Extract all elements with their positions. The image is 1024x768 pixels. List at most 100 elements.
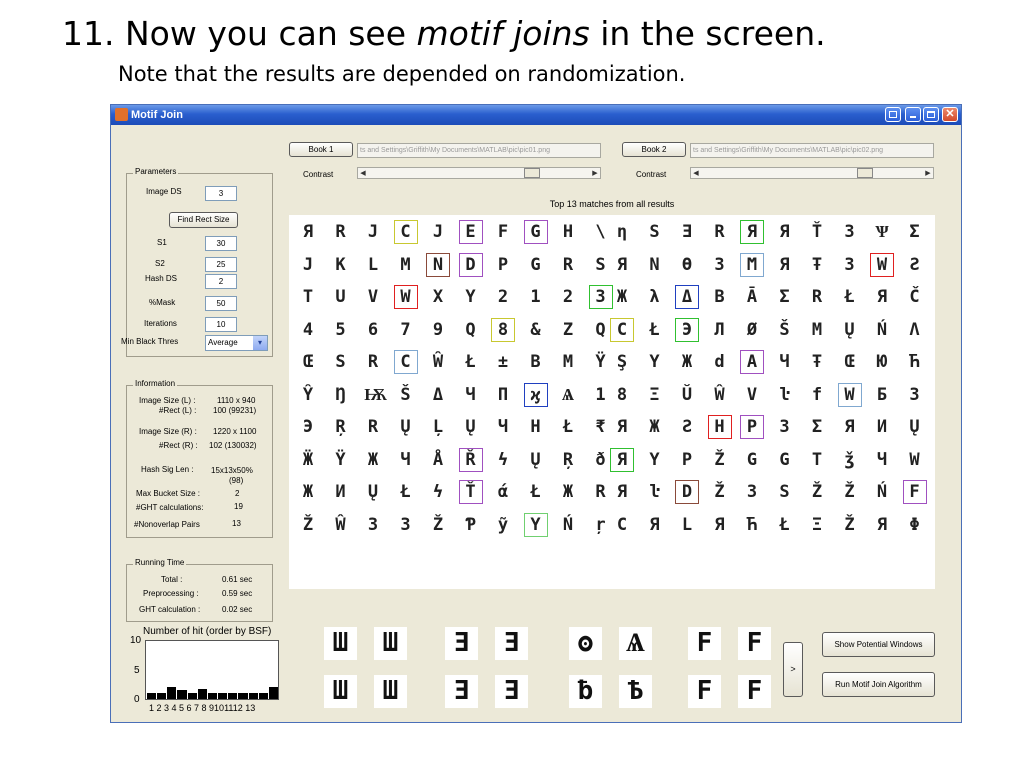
- information-legend: Information: [133, 379, 178, 388]
- glyph-right: V: [746, 384, 758, 405]
- glyph-right: Я: [876, 287, 888, 307]
- book1-button[interactable]: Book 1: [289, 142, 353, 157]
- maximize-icon[interactable]: [923, 107, 939, 122]
- glyph-right: Ŵ: [714, 384, 725, 405]
- dock-icon[interactable]: [885, 107, 901, 122]
- book2-contrast-slider[interactable]: ◀ ▶: [690, 167, 934, 179]
- image-ds-label: Image DS: [146, 187, 182, 196]
- match-thumbnail: Ѧ: [619, 627, 652, 660]
- glyph-left: Q: [465, 319, 476, 340]
- glyph-right: d: [714, 352, 725, 372]
- book1-contrast-slider[interactable]: ◀ ▶: [357, 167, 601, 179]
- s1-field[interactable]: 30: [205, 236, 237, 251]
- glyph-left: Ч: [400, 449, 411, 470]
- glyph-right: Ł: [779, 514, 790, 535]
- glyph-left: ϟ: [497, 449, 509, 470]
- histogram-bar: [167, 687, 177, 699]
- glyph-right: З: [714, 254, 725, 275]
- ght-calc-value: 19: [234, 502, 243, 511]
- glyph-right: S: [779, 482, 790, 502]
- glyph-right: Ξ: [649, 384, 660, 405]
- histogram-bar: [197, 688, 207, 699]
- match-thumbnail: Ш: [374, 627, 407, 660]
- book2-slider-thumb[interactable]: [857, 168, 873, 178]
- hash-ds-field[interactable]: 2: [205, 274, 237, 289]
- glyph-left: Ł: [465, 352, 476, 372]
- running-time-panel: Running Time Total : 0.61 sec Preprocess…: [126, 558, 273, 622]
- show-potential-windows-button[interactable]: Show Potential Windows: [822, 632, 935, 657]
- glyph-right: Ť: [811, 222, 823, 242]
- glyph-left: Ł: [562, 417, 574, 437]
- glyph-left: 2: [562, 287, 574, 307]
- match-box: [675, 285, 699, 309]
- book2-button[interactable]: Book 2: [622, 142, 686, 157]
- chevron-down-icon[interactable]: ▾: [253, 336, 267, 350]
- glyph-right: Ų: [844, 319, 855, 340]
- glyph-right: Σ: [811, 417, 823, 437]
- next-match-button[interactable]: >: [783, 642, 803, 697]
- book2-path-field[interactable]: ts and Settings\Griffith\My Documents\MA…: [690, 143, 934, 158]
- histogram-bar: [147, 693, 157, 699]
- match-box: [458, 220, 483, 244]
- glyph-left: V: [367, 287, 379, 307]
- minimize-icon[interactable]: [905, 107, 921, 122]
- glyph-left: Δ: [432, 384, 444, 405]
- match-box: [870, 252, 894, 277]
- glyph-left: Ž: [302, 514, 314, 535]
- match-thumbnail: Ш: [324, 675, 357, 708]
- glyph-right: ŀ: [649, 482, 660, 502]
- close-icon[interactable]: ✕: [942, 107, 958, 122]
- min-black-thres-select[interactable]: Average ▾: [205, 335, 268, 351]
- s2-field[interactable]: 25: [205, 257, 237, 272]
- glyph-left: 6: [367, 319, 379, 340]
- parameters-panel: Parameters Image DS 3 Find Rect Size S1 …: [121, 167, 273, 357]
- glyph-right: Я: [714, 514, 725, 535]
- mask-field[interactable]: 50: [205, 296, 237, 311]
- max-bucket-label: Max Bucket Size :: [136, 489, 201, 498]
- run-motif-join-button[interactable]: Run Motif Join Algorithm: [822, 672, 935, 697]
- book1-path-field[interactable]: ts and Settings\Griffith\My Documents\MA…: [357, 143, 601, 158]
- glyph-left: Z: [562, 319, 574, 340]
- glyph-left: P: [497, 254, 509, 275]
- glyph-right: Ѱ: [875, 222, 889, 242]
- glyph-left: Я: [302, 222, 314, 242]
- glyph-left: 4: [302, 319, 314, 340]
- preprocessing-value: 0.59 sec: [222, 589, 253, 598]
- glyph-left: F: [497, 222, 509, 242]
- glyph-right: Б: [876, 384, 888, 405]
- glyph-right: Ћ: [909, 352, 920, 372]
- match-thumbnail: Ш: [374, 675, 407, 708]
- preprocessing-label: Preprocessing :: [143, 589, 199, 598]
- image-size-l-value: 1110 x 940: [217, 396, 256, 405]
- match-thumbnail: F: [738, 627, 771, 660]
- hash-ds-label: Hash DS: [145, 274, 178, 283]
- glyph-right: З: [844, 222, 855, 242]
- glyph-left: S: [335, 352, 346, 372]
- find-rect-size-button[interactable]: Find Rect Size: [169, 212, 238, 228]
- book1-slider-thumb[interactable]: [524, 168, 540, 178]
- glyph-right: Ξ: [811, 514, 823, 535]
- glyph-left: Ч: [497, 417, 509, 437]
- s1-label: S1: [157, 238, 167, 247]
- slide-title-prefix: 11. Now you can see: [62, 14, 417, 53]
- glyph-right: Ń: [876, 482, 888, 502]
- glyph-right: Ж: [649, 417, 660, 437]
- glyph-right: З: [779, 417, 790, 437]
- slider-left-arrow-icon[interactable]: ◀: [691, 168, 701, 178]
- slider-right-arrow-icon[interactable]: ▶: [590, 168, 600, 178]
- slider-right-arrow-icon[interactable]: ▶: [923, 168, 933, 178]
- glyph-left: Ч: [465, 384, 476, 405]
- glyph-left: H: [562, 222, 574, 242]
- match-box: [902, 480, 927, 504]
- glyph-left: Ŋ: [335, 384, 346, 405]
- histogram-bar: [177, 690, 187, 699]
- match-thumbnail: Ѣ: [619, 675, 652, 708]
- iterations-field[interactable]: 10: [205, 317, 237, 332]
- image-ds-field[interactable]: 3: [205, 186, 237, 201]
- glyph-left: Ų: [530, 449, 541, 470]
- glyph-right: З: [844, 254, 855, 275]
- slider-left-arrow-icon[interactable]: ◀: [358, 168, 368, 178]
- glyph-left: M: [400, 254, 411, 275]
- histogram-ytick-5: 5: [134, 665, 140, 676]
- glyph-right: Ћ: [746, 514, 758, 535]
